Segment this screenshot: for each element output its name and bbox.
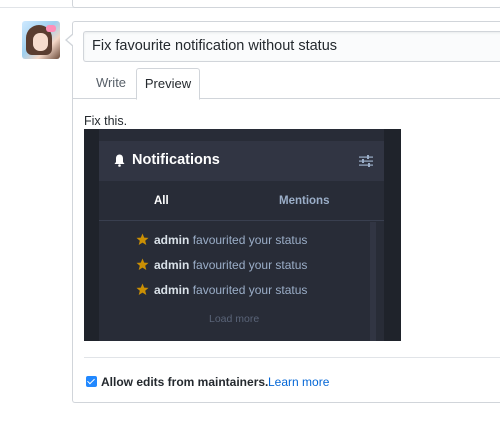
allow-edits-checkbox[interactable]: [86, 376, 97, 387]
notifications-title: Notifications: [132, 152, 220, 168]
tab-preview[interactable]: Preview: [136, 68, 200, 100]
bell-icon: [114, 154, 125, 167]
notification-user: admin: [154, 258, 190, 272]
notifications-list: admin favourited your status admin favou…: [99, 222, 384, 341]
load-more-text: Load more: [209, 313, 260, 325]
allow-edits-label[interactable]: Allow edits from maintainers.: [101, 375, 268, 389]
learn-more-link[interactable]: Learn more: [268, 375, 329, 389]
notification-action: favourited your status: [192, 283, 308, 297]
preview-body-text: Fix this.: [84, 114, 128, 128]
title-input[interactable]: Fix favourite notification without statu…: [83, 31, 500, 62]
notification-action: favourited your status: [192, 233, 308, 247]
notifications-header: Notifications: [99, 141, 384, 181]
editor-tabs: Write Preview: [73, 67, 500, 100]
notification-user: admin: [154, 283, 190, 297]
sliders-icon: [359, 155, 373, 167]
star-icon: [136, 233, 149, 245]
comment-panel: Fix favourite notification without statu…: [65, 21, 500, 403]
notifications-tabs: All Mentions: [99, 181, 384, 221]
star-icon: [136, 258, 149, 270]
scrollbar: [370, 222, 376, 341]
tab-mentions: Mentions: [279, 195, 330, 207]
tab-all: All: [154, 195, 169, 207]
avatar[interactable]: [22, 21, 60, 59]
star-icon: [136, 283, 149, 295]
embedded-screenshot: Notifications All Mentions admin favouri…: [84, 129, 401, 341]
tab-write[interactable]: Write: [83, 68, 139, 100]
previous-comment-edge: [0, 0, 500, 8]
notification-user: admin: [154, 233, 190, 247]
notification-action: favourited your status: [192, 258, 308, 272]
divider: [84, 357, 500, 358]
